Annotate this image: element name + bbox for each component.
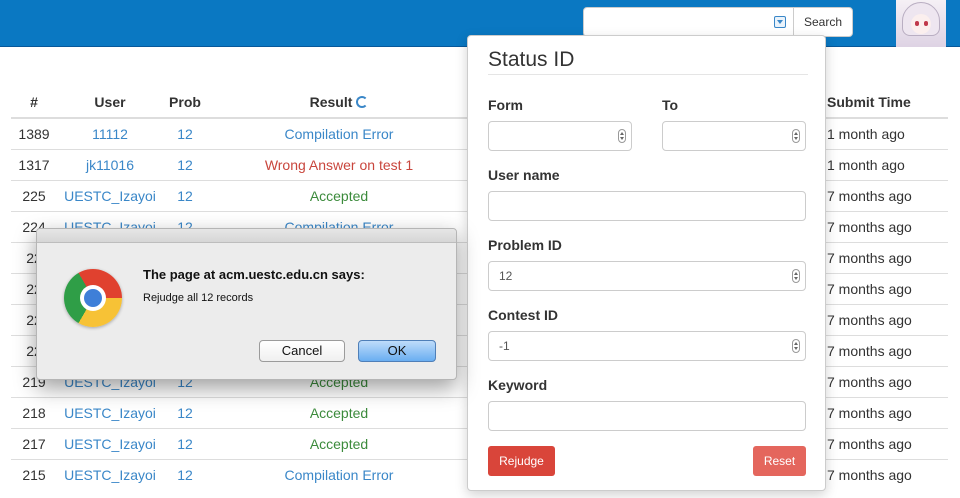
problem-id-value: 12 (499, 269, 513, 283)
to-label: To (662, 97, 679, 113)
chrome-logo-icon (64, 269, 122, 327)
submit-time-cell: 7 months ago (826, 303, 948, 335)
submit-time-cell: 7 months ago (826, 458, 948, 490)
panel-divider (488, 74, 808, 75)
table-row: 7 months ago (826, 458, 948, 490)
status-search-panel: Status ID Form To User name Problem ID 1… (467, 35, 826, 491)
keyword-label: Keyword (488, 377, 548, 393)
submit-time-cell: 7 months ago (826, 334, 948, 366)
table-row: 225 UESTC_Izayoi 12 Accepted (11, 179, 471, 211)
problem-id-label: Problem ID (488, 237, 562, 253)
problem-link[interactable]: 12 (163, 396, 207, 428)
submit-time-cell: 1 month ago (826, 148, 948, 180)
panel-title: Status ID (488, 48, 575, 71)
keyword-field[interactable] (488, 401, 806, 431)
to-status-id-field[interactable] (662, 121, 806, 151)
run-id-cell: 217 (11, 427, 57, 459)
dialog-message: Rejudge all 12 records (143, 292, 254, 304)
from-status-id-field[interactable] (488, 121, 632, 151)
result-cell: Accepted (207, 396, 471, 428)
problem-link[interactable]: 12 (163, 179, 207, 211)
submit-time-column: Submit Time 1 month ago 1 month ago 7 mont… (826, 86, 948, 490)
dialog-titlebar (37, 229, 456, 243)
refresh-icon[interactable] (356, 95, 369, 108)
submit-time-cell: 7 months ago (826, 365, 948, 397)
table-header-row: # User Prob Result (11, 86, 471, 119)
submit-time-cell: 7 months ago (826, 396, 948, 428)
result-cell: Wrong Answer on test 1 (207, 148, 471, 180)
user-link[interactable]: UESTC_Izayoi (57, 427, 163, 459)
confirm-dialog: The page at acm.uestc.edu.cn says: Rejud… (36, 228, 457, 380)
from-label: Form (488, 97, 523, 113)
table-row: 1 month ago (826, 148, 948, 180)
table-row: 7 months ago (826, 241, 948, 273)
user-link[interactable]: jk11016 (57, 148, 163, 180)
user-name-field[interactable] (488, 191, 806, 221)
cancel-button[interactable]: Cancel (259, 340, 345, 362)
contest-id-value: -1 (499, 339, 510, 353)
user-link[interactable]: 11112 (57, 117, 163, 149)
problem-link[interactable]: 12 (163, 148, 207, 180)
column-header-prob: Prob (163, 86, 207, 119)
user-link[interactable]: UESTC_Izayoi (57, 179, 163, 211)
user-link[interactable]: UESTC_Izayoi (57, 458, 163, 490)
table-row: 1389 11112 12 Compilation Error (11, 117, 471, 149)
submit-time-cell: 1 month ago (826, 117, 948, 149)
stepper-icon[interactable] (792, 129, 800, 143)
user-avatar[interactable] (896, 0, 946, 47)
contest-id-field[interactable]: -1 (488, 331, 806, 361)
submit-time-cell: 7 months ago (826, 179, 948, 211)
table-row: 7 months ago (826, 210, 948, 242)
table-row: 215 UESTC_Izayoi 12 Compilation Error (11, 458, 471, 490)
column-header-id: # (11, 86, 57, 119)
contest-id-label: Contest ID (488, 307, 558, 323)
table-row: 7 months ago (826, 334, 948, 366)
result-cell: Accepted (207, 179, 471, 211)
table-row: 218 UESTC_Izayoi 12 Accepted (11, 396, 471, 428)
problem-link[interactable]: 12 (163, 427, 207, 459)
search-input[interactable] (583, 7, 794, 37)
result-cell[interactable]: Compilation Error (207, 117, 471, 149)
stepper-icon[interactable] (792, 339, 800, 353)
table-row: 7 months ago (826, 427, 948, 459)
dialog-title: The page at acm.uestc.edu.cn says: (143, 267, 365, 282)
column-header-result: Result (207, 86, 471, 119)
run-id-cell: 1317 (11, 148, 57, 180)
result-cell: Accepted (207, 427, 471, 459)
table-header-row: Submit Time (826, 86, 948, 119)
table-row: 1 month ago (826, 117, 948, 149)
table-row: 7 months ago (826, 365, 948, 397)
submit-time-cell: 7 months ago (826, 241, 948, 273)
search-options-dropdown-icon[interactable] (774, 16, 786, 28)
column-header-user: User (57, 86, 163, 119)
submit-time-cell: 7 months ago (826, 427, 948, 459)
stepper-icon[interactable] (618, 129, 626, 143)
problem-link[interactable]: 12 (163, 458, 207, 490)
search-bar: Search (583, 7, 853, 37)
ok-button[interactable]: OK (358, 340, 436, 362)
table-row: 217 UESTC_Izayoi 12 Accepted (11, 427, 471, 459)
run-id-cell: 215 (11, 458, 57, 490)
reset-button[interactable]: Reset (753, 446, 806, 476)
table-row: 7 months ago (826, 396, 948, 428)
run-id-cell: 1389 (11, 117, 57, 149)
table-row: 1317 jk11016 12 Wrong Answer on test 1 (11, 148, 471, 180)
search-button[interactable]: Search (793, 7, 853, 37)
submit-time-cell: 7 months ago (826, 210, 948, 242)
result-cell[interactable]: Compilation Error (207, 458, 471, 490)
run-id-cell: 225 (11, 179, 57, 211)
column-header-result-label: Result (309, 93, 353, 110)
table-row: 7 months ago (826, 272, 948, 304)
rejudge-button[interactable]: Rejudge (488, 446, 555, 476)
run-id-cell: 218 (11, 396, 57, 428)
column-header-submit-time: Submit Time (826, 86, 948, 119)
user-name-label: User name (488, 167, 560, 183)
problem-link[interactable]: 12 (163, 117, 207, 149)
stepper-icon[interactable] (792, 269, 800, 283)
table-row: 7 months ago (826, 179, 948, 211)
problem-id-field[interactable]: 12 (488, 261, 806, 291)
table-row: 7 months ago (826, 303, 948, 335)
user-link[interactable]: UESTC_Izayoi (57, 396, 163, 428)
submit-time-cell: 7 months ago (826, 272, 948, 304)
